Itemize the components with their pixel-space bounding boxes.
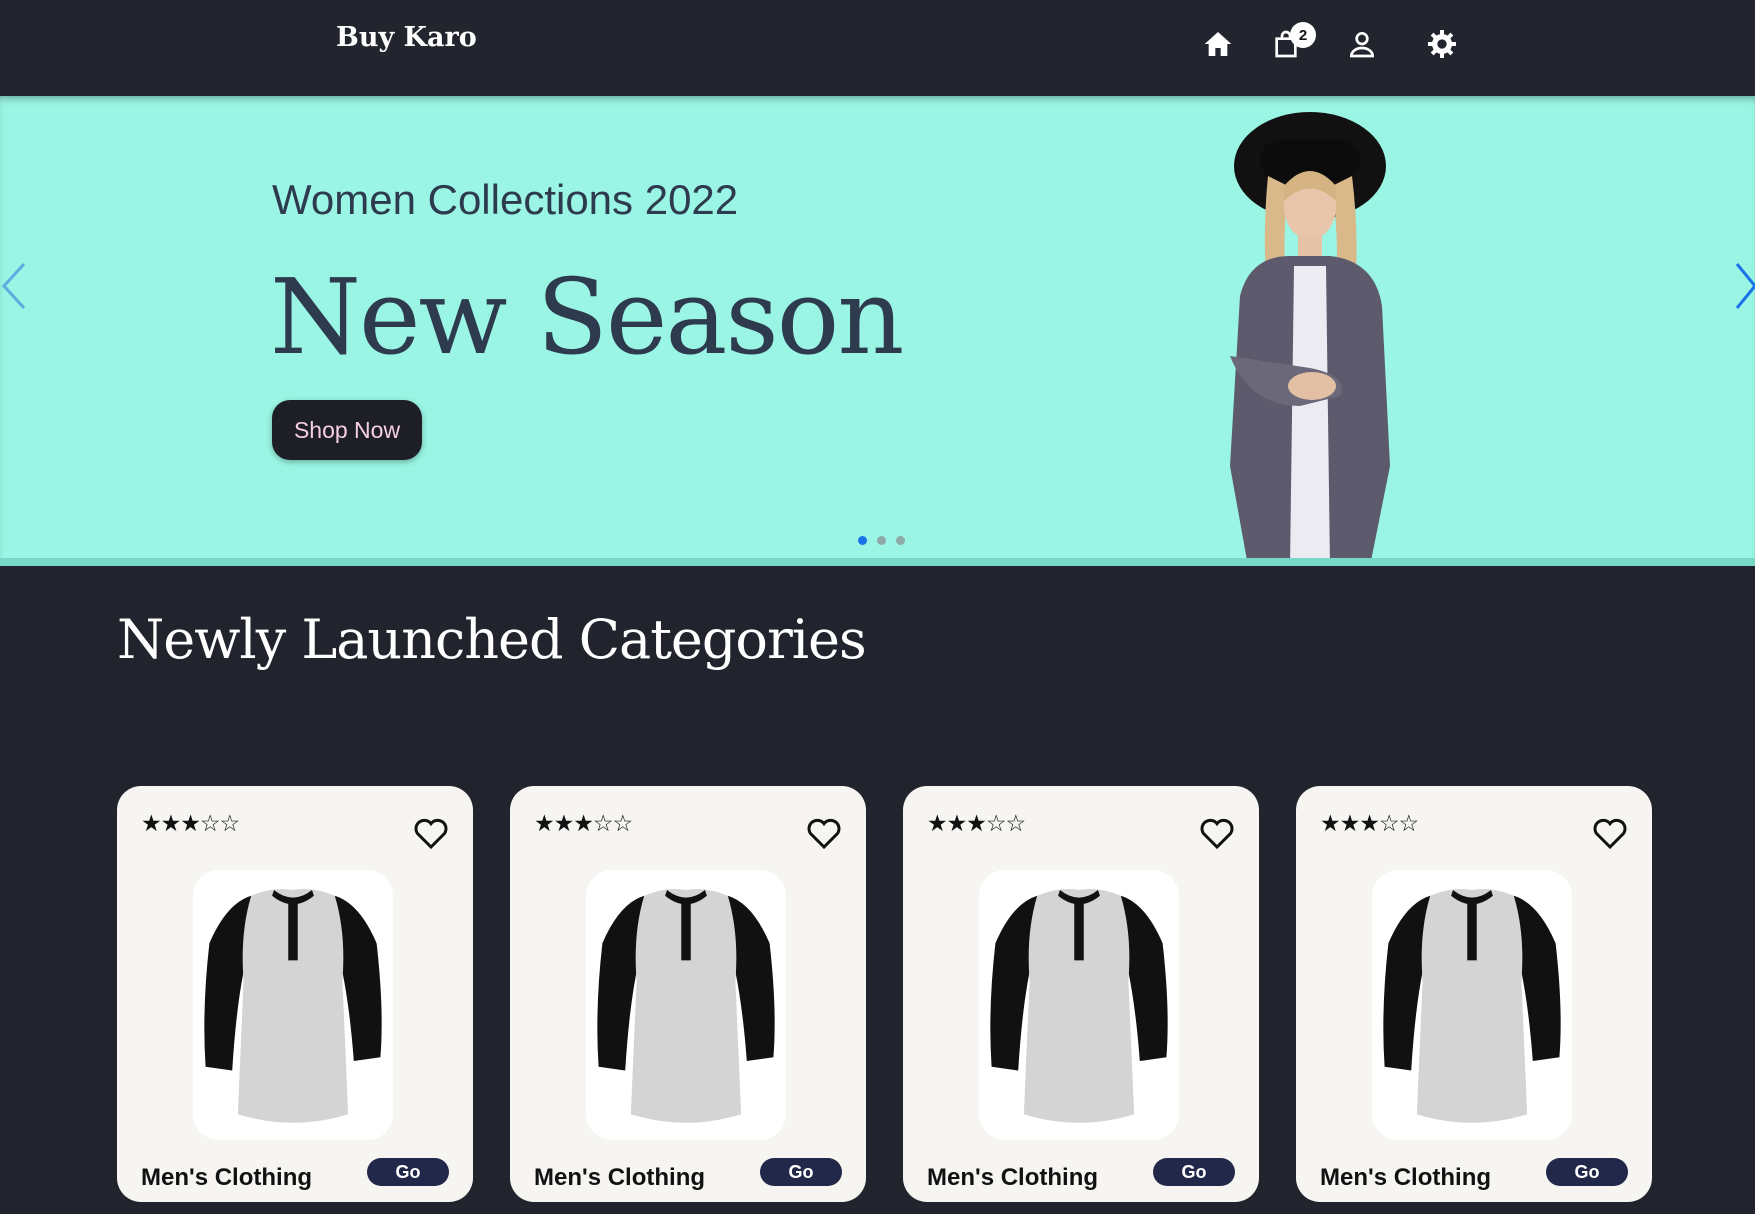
hero-divider [0, 558, 1755, 566]
category-card[interactable]: ★★★☆☆ Men's Clothing Go [1296, 786, 1652, 1202]
tshirt-icon [1383, 888, 1561, 1123]
product-image [1372, 870, 1572, 1140]
tshirt-icon [597, 888, 775, 1123]
hero-title: New Season [270, 256, 904, 378]
carousel-dot-3[interactable] [896, 536, 905, 545]
shop-now-button[interactable]: Shop Now [272, 400, 422, 460]
model-image [1230, 112, 1390, 566]
brand-logo[interactable]: Buy Karo [336, 22, 477, 53]
go-button[interactable]: Go [1153, 1158, 1235, 1186]
home-icon[interactable] [1200, 26, 1236, 62]
category-card[interactable]: ★★★☆☆ Men's Clothing Go [903, 786, 1259, 1202]
rating-stars: ★★★☆☆ [927, 810, 1026, 836]
rating-stars: ★★★☆☆ [1320, 810, 1419, 836]
go-button[interactable]: Go [1546, 1158, 1628, 1186]
category-label: Men's Clothing [141, 1164, 313, 1191]
category-label: Men's Clothing [534, 1164, 706, 1191]
category-card[interactable]: ★★★☆☆ Men's Clothing Go [510, 786, 866, 1202]
hero-carousel: Women Collections 2022 New Season Shop N… [0, 96, 1755, 566]
carousel-prev-icon[interactable] [0, 256, 30, 316]
rating-stars: ★★★☆☆ [534, 810, 633, 836]
category-label: Men's Clothing [1320, 1164, 1492, 1191]
cart-count-badge: 2 [1290, 22, 1316, 48]
cart-icon[interactable]: 2 [1268, 22, 1316, 62]
category-label: Men's Clothing [927, 1164, 1099, 1191]
product-image [586, 870, 786, 1140]
carousel-next-icon[interactable] [1725, 256, 1755, 316]
heart-icon[interactable] [804, 812, 844, 852]
heart-icon[interactable] [411, 812, 451, 852]
settings-icon[interactable] [1424, 26, 1460, 62]
user-icon[interactable] [1344, 26, 1380, 62]
tshirt-icon [204, 888, 382, 1123]
product-image [979, 870, 1179, 1140]
tshirt-icon [990, 888, 1168, 1123]
go-button[interactable]: Go [367, 1158, 449, 1186]
carousel-dot-2[interactable] [877, 536, 886, 545]
carousel-indicators [858, 536, 905, 545]
hero-subtitle: Women Collections 2022 [272, 176, 739, 223]
heart-icon[interactable] [1590, 812, 1630, 852]
heart-icon[interactable] [1197, 812, 1237, 852]
product-image [193, 870, 393, 1140]
carousel-dot-1[interactable] [858, 536, 867, 545]
top-navbar: Buy Karo 2 [0, 0, 1755, 96]
section-title: Newly Launched Categories [117, 608, 867, 671]
category-card[interactable]: ★★★☆☆ Men's Clothing Go [117, 786, 473, 1202]
go-button[interactable]: Go [760, 1158, 842, 1186]
rating-stars: ★★★☆☆ [141, 810, 240, 836]
